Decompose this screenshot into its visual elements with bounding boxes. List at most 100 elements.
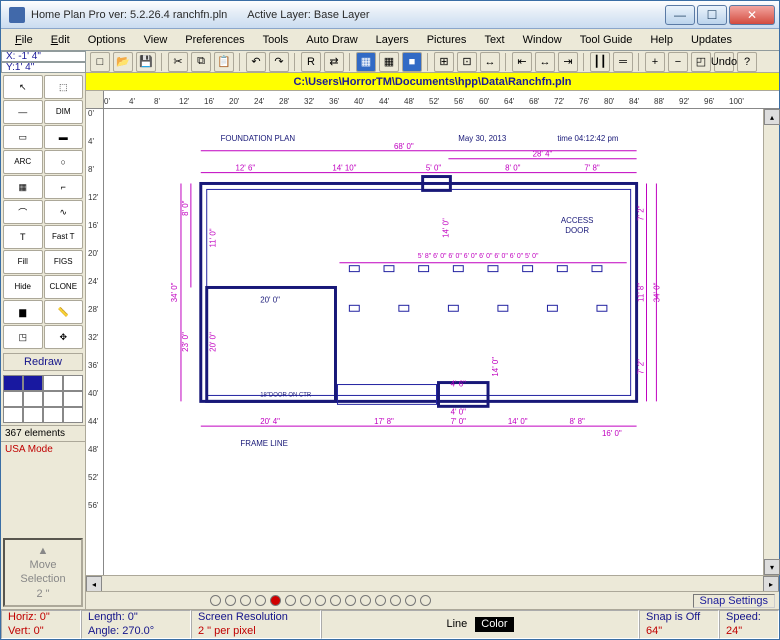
toolbar-paste[interactable]: 📋 xyxy=(214,52,234,72)
drawing-canvas[interactable]: FOUNDATION PLAN May 30, 2013 time 04:12:… xyxy=(104,109,763,575)
toolbar-snap[interactable]: ⊡ xyxy=(457,52,477,72)
tool-polyline[interactable]: ⌒ xyxy=(3,200,43,224)
menu-layers[interactable]: Layers xyxy=(368,32,417,48)
snap-point-4[interactable] xyxy=(270,595,281,606)
palette-4[interactable] xyxy=(3,391,23,407)
menu-auto-draw[interactable]: Auto Draw xyxy=(298,32,365,48)
menu-options[interactable]: Options xyxy=(80,32,134,48)
tool-curve[interactable]: ∿ xyxy=(44,200,84,224)
close-button[interactable]: ✕ xyxy=(729,5,775,25)
tool-pan[interactable]: ✥ xyxy=(44,325,84,349)
tool-area-select[interactable]: ⬚ xyxy=(44,75,84,99)
snap-point-9[interactable] xyxy=(345,595,356,606)
toolbar-layer-b[interactable]: ▦ xyxy=(379,52,399,72)
toolbar-measure2[interactable]: ↔ xyxy=(480,52,500,72)
toolbar-copy[interactable]: ⧉ xyxy=(191,52,211,72)
tool-fast-text[interactable]: Fast T xyxy=(44,225,84,249)
palette-7[interactable] xyxy=(63,391,83,407)
menu-view[interactable]: View xyxy=(136,32,176,48)
status-color[interactable]: Color xyxy=(475,617,513,632)
tool-figs[interactable]: FIGS xyxy=(44,250,84,274)
tool-line[interactable]: — xyxy=(3,100,43,124)
snap-point-8[interactable] xyxy=(330,595,341,606)
maximize-button[interactable]: ☐ xyxy=(697,5,727,25)
snap-point-14[interactable] xyxy=(420,595,431,606)
tool-door[interactable]: ⌐ xyxy=(44,175,84,199)
toolbar-redo[interactable]: ↷ xyxy=(269,52,289,72)
tool-circle[interactable]: ○ xyxy=(44,150,84,174)
scroll-left-icon[interactable]: ◂ xyxy=(86,576,102,592)
toolbar-layer-c[interactable]: ■ xyxy=(402,52,422,72)
toolbar-save[interactable]: 💾 xyxy=(136,52,156,72)
snap-point-2[interactable] xyxy=(240,595,251,606)
tool-measure[interactable]: 📏 xyxy=(44,300,84,324)
snap-point-1[interactable] xyxy=(225,595,236,606)
menu-file[interactable]: FFileile xyxy=(7,32,41,48)
menu-window[interactable]: Window xyxy=(515,32,570,48)
redraw-button[interactable]: Redraw xyxy=(3,353,83,371)
toolbar-align-c[interactable]: ↔ xyxy=(535,52,555,72)
snap-settings-button[interactable]: Snap Settings xyxy=(693,594,776,608)
toolbar-new[interactable]: □ xyxy=(90,52,110,72)
scroll-up-icon[interactable]: ▴ xyxy=(764,109,780,125)
snap-point-12[interactable] xyxy=(390,595,401,606)
palette-11[interactable] xyxy=(63,407,83,423)
minimize-button[interactable]: — xyxy=(665,5,695,25)
tool-rect-fill[interactable]: ▬ xyxy=(44,125,84,149)
toolbar-align-l[interactable]: ⇤ xyxy=(512,52,532,72)
snap-point-3[interactable] xyxy=(255,595,266,606)
tool-rect[interactable]: ▭ xyxy=(3,125,43,149)
palette-5[interactable] xyxy=(23,391,43,407)
menu-edit[interactable]: Edit xyxy=(43,32,78,48)
toolbar-undo[interactable]: ↶ xyxy=(246,52,266,72)
tool-color[interactable]: ▆ xyxy=(3,300,43,324)
toolbar-zoom-in[interactable]: + xyxy=(645,52,665,72)
snap-point-11[interactable] xyxy=(375,595,386,606)
tool-fill[interactable]: Fill xyxy=(3,250,43,274)
toolbar-align-r[interactable]: ⇥ xyxy=(558,52,578,72)
tool-zoom-fit[interactable]: ◳ xyxy=(3,325,43,349)
scroll-down-icon[interactable]: ▾ xyxy=(764,559,780,575)
snap-point-7[interactable] xyxy=(315,595,326,606)
toolbar-dist-h[interactable]: ┃┃ xyxy=(590,52,610,72)
snap-point-13[interactable] xyxy=(405,595,416,606)
toolbar-layer-a[interactable]: ▦ xyxy=(356,52,376,72)
tool-dimension[interactable]: DIM xyxy=(44,100,84,124)
tool-arc[interactable]: ARC xyxy=(3,150,43,174)
color-palette[interactable] xyxy=(3,375,83,423)
menu-updates[interactable]: Updates xyxy=(683,32,740,48)
menu-pictures[interactable]: Pictures xyxy=(419,32,475,48)
toolbar-rotate[interactable]: R xyxy=(301,52,321,72)
palette-3[interactable] xyxy=(63,375,83,391)
palette-1[interactable] xyxy=(23,375,43,391)
snap-point-10[interactable] xyxy=(360,595,371,606)
tool-hide[interactable]: Hide xyxy=(3,275,43,299)
menu-text[interactable]: Text xyxy=(476,32,512,48)
tool-select-arrow[interactable]: ↖ xyxy=(3,75,43,99)
toolbar-cut[interactable]: ✂ xyxy=(168,52,188,72)
toolbar-dist-v[interactable]: ═ xyxy=(613,52,633,72)
snap-point-0[interactable] xyxy=(210,595,221,606)
snap-point-6[interactable] xyxy=(300,595,311,606)
vertical-scrollbar[interactable]: ▴ ▾ xyxy=(763,109,779,575)
toolbar-open[interactable]: 📂 xyxy=(113,52,133,72)
tool-text[interactable]: T xyxy=(3,225,43,249)
snap-point-5[interactable] xyxy=(285,595,296,606)
toolbar-zoom-out[interactable]: − xyxy=(668,52,688,72)
toolbar-help2[interactable]: ? xyxy=(737,52,757,72)
menu-preferences[interactable]: Preferences xyxy=(177,32,252,48)
toolbar-undo2[interactable]: Undo xyxy=(714,52,734,72)
scroll-right-icon[interactable]: ▸ xyxy=(763,576,779,592)
palette-6[interactable] xyxy=(43,391,63,407)
tool-wall[interactable]: ▦ xyxy=(3,175,43,199)
menu-help[interactable]: Help xyxy=(642,32,681,48)
tool-clone[interactable]: CLONE xyxy=(44,275,84,299)
palette-2[interactable] xyxy=(43,375,63,391)
palette-8[interactable] xyxy=(3,407,23,423)
horizontal-scrollbar[interactable]: ◂ ▸ xyxy=(86,575,779,591)
palette-9[interactable] xyxy=(23,407,43,423)
palette-10[interactable] xyxy=(43,407,63,423)
toolbar-grid[interactable]: ⊞ xyxy=(434,52,454,72)
palette-0[interactable] xyxy=(3,375,23,391)
toolbar-zoom-win[interactable]: ◰ xyxy=(691,52,711,72)
